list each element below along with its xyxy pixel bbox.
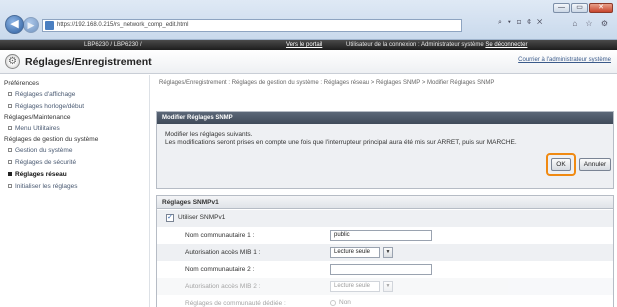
bullet-icon xyxy=(8,92,12,97)
sidebar-item-utilities[interactable]: Menu Utilitaires xyxy=(0,123,149,135)
sidebar-item-display[interactable]: Réglages d'affichage xyxy=(0,89,149,101)
settings-gear-icon: ⚙ xyxy=(5,54,20,69)
use-snmpv1-row: ✓ Utiliser SNMPv1 xyxy=(157,210,613,227)
sidebar-item-label: Réglages horloge/début xyxy=(15,103,85,110)
close-window-button[interactable]: ✕ xyxy=(589,3,613,13)
mib2-row: Autorisation accès MIB 2 : Lecture seule… xyxy=(157,278,613,295)
breadcrumb: Réglages/Enregistrement : Réglages de ge… xyxy=(159,80,495,86)
sidebar-item-label: Gestion du système xyxy=(15,147,73,154)
snmpv1-settings-box: Réglages SNMPv1 ✓ Utiliser SNMPv1 Nom co… xyxy=(156,195,614,307)
mib1-row: Autorisation accès MIB 1 : Lecture seule… xyxy=(157,244,613,261)
mib2-select[interactable]: Lecture seule xyxy=(330,281,380,292)
browser-chrome: — ▭ ✕ ◀ ▶ https://192.168.0.215/rs_netwo… xyxy=(0,0,617,40)
logout-link[interactable]: Se déconnecter xyxy=(485,42,527,48)
cancel-button[interactable]: Annuler xyxy=(579,158,611,171)
sidebar-heading-preferences[interactable]: Préférences xyxy=(0,79,149,89)
sidebar-item-security[interactable]: Réglages de sécurité xyxy=(0,157,149,169)
chevron-down-icon[interactable]: ▼ xyxy=(383,281,393,292)
bullet-icon xyxy=(8,160,12,165)
maximize-button[interactable]: ▭ xyxy=(571,3,588,13)
sidebar-item-label: Menu Utilitaires xyxy=(15,125,60,132)
sidebar-item-label: Réglages de sécurité xyxy=(15,159,77,166)
sidebar-item-label: Initialiser les réglages xyxy=(15,183,78,190)
use-snmpv1-label: Utiliser SNMPv1 xyxy=(178,214,226,221)
printer-model: LBP6230 / LBP6230 / xyxy=(84,42,142,48)
dedicated-no-label: Non xyxy=(339,299,351,306)
bullet-icon xyxy=(8,184,12,189)
sidebar-item-clock[interactable]: Réglages horloge/début xyxy=(0,101,149,113)
modify-settings-box: Modifier Réglages SNMP Modifier les régl… xyxy=(156,111,614,189)
window-controls: — ▭ ✕ xyxy=(553,3,613,13)
portal-link[interactable]: Vers le portail xyxy=(286,40,322,50)
home-favorites-tools-icon[interactable]: ⌂ ☆ ⚙ xyxy=(572,19,611,28)
address-url: https://192.168.0.215/rs_network_comp_ed… xyxy=(57,22,189,28)
sidebar-item-label: Réglages d'affichage xyxy=(15,91,76,98)
sidebar-item-network[interactable]: Réglages réseau xyxy=(0,169,149,181)
community2-label: Nom communautaire 2 : xyxy=(185,266,255,273)
sidebar-item-system-management[interactable]: Gestion du système xyxy=(0,145,149,157)
community2-input[interactable] xyxy=(330,264,432,275)
back-icon[interactable]: ◀ xyxy=(5,15,24,34)
modify-box-heading: Modifier Réglages SNMP xyxy=(157,112,613,124)
bullet-icon xyxy=(8,172,12,177)
forward-icon[interactable]: ▶ xyxy=(23,17,39,33)
admin-mail-link[interactable]: Courrier à l'administrateur système xyxy=(518,57,611,63)
bullet-icon xyxy=(8,104,12,109)
title-row: ⚙ Réglages/Enregistrement Courrier à l'a… xyxy=(0,50,617,74)
user-info: Utilisateur de la connexion : Administra… xyxy=(346,40,527,50)
chevron-down-icon[interactable]: ▼ xyxy=(383,247,393,258)
notice-text: Les modifications seront prises en compt… xyxy=(165,139,517,146)
mib1-label: Autorisation accès MIB 1 : xyxy=(185,249,261,256)
address-tools-icon[interactable]: ⌕ ▾ ⊡ ¢ ✕ xyxy=(498,19,544,27)
mib1-select[interactable]: Lecture seule xyxy=(330,247,380,258)
top-bar: LBP6230 / LBP6230 / Vers le portail Util… xyxy=(0,40,617,50)
sidebar-heading-maintenance[interactable]: Réglages/Maintenance xyxy=(0,113,149,123)
bullet-icon xyxy=(8,126,12,131)
instruction-text: Modifier les réglages suivants. xyxy=(165,131,253,138)
dedicated-community-row: Réglages de communauté dédiée : Non xyxy=(157,295,613,307)
community2-row: Nom communautaire 2 : xyxy=(157,261,613,278)
login-user-text: Utilisateur de la connexion : Administra… xyxy=(346,42,484,48)
minimize-button[interactable]: — xyxy=(553,3,570,13)
community1-label: Nom communautaire 1 : xyxy=(185,232,255,239)
site-favicon-icon xyxy=(45,21,54,30)
dedicated-no-radio[interactable] xyxy=(330,300,336,306)
dedicated-community-label: Réglages de communauté dédiée : xyxy=(185,300,286,307)
bullet-icon xyxy=(8,148,12,153)
page-title: Réglages/Enregistrement xyxy=(25,56,152,68)
mib2-label: Autorisation accès MIB 2 : xyxy=(185,283,261,290)
sidebar-heading-system[interactable]: Réglages de gestion du système xyxy=(0,135,149,145)
ok-button[interactable]: OK xyxy=(551,158,571,171)
use-snmpv1-checkbox[interactable]: ✓ xyxy=(166,214,174,222)
address-bar[interactable]: https://192.168.0.215/rs_network_comp_ed… xyxy=(42,19,462,32)
community1-row: Nom communautaire 1 : public xyxy=(157,227,613,244)
sidebar-item-reset[interactable]: Initialiser les réglages xyxy=(0,181,149,193)
sidebar: Préférences Réglages d'affichage Réglage… xyxy=(0,75,150,307)
main-content: Réglages/Enregistrement : Réglages de ge… xyxy=(151,75,617,307)
snmpv1-heading: Réglages SNMPv1 xyxy=(157,196,613,209)
community1-input[interactable]: public xyxy=(330,230,432,241)
sidebar-item-label: Réglages réseau xyxy=(15,171,67,178)
modify-box-body: Modifier les réglages suivants. Les modi… xyxy=(157,124,613,188)
